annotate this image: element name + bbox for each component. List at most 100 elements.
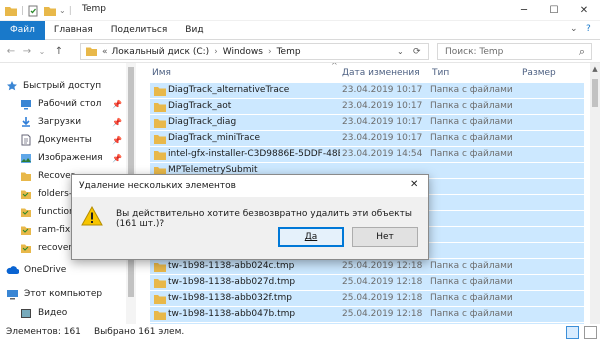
sidebar-item-downloads[interactable]: Загрузки bbox=[20, 113, 81, 131]
breadcrumb-temp[interactable]: Temp bbox=[277, 47, 301, 57]
search-placeholder: Поиск: Temp bbox=[445, 46, 504, 57]
warning-icon bbox=[81, 206, 103, 226]
large-icons-view-icon[interactable] bbox=[584, 326, 597, 339]
new-folder-icon[interactable] bbox=[43, 5, 57, 17]
dialog-message: Вы действительно хотите безвозвратно уда… bbox=[116, 209, 412, 229]
toolbar-separator: | bbox=[68, 5, 72, 16]
customize-toolbar-icon[interactable]: ⌄ bbox=[59, 6, 66, 15]
table-row[interactable]: tw-1b98-1138-abb047b.tmp 25.04.2019 12:18… bbox=[150, 306, 584, 322]
breadcrumb-windows[interactable]: Windows bbox=[223, 47, 263, 57]
yes-button[interactable]: Да bbox=[278, 227, 344, 247]
item-count: Элементов: 161 bbox=[6, 327, 81, 337]
maximize-button[interactable]: ☐ bbox=[539, 0, 569, 21]
column-name[interactable]: Имя bbox=[152, 68, 171, 78]
folder-icon bbox=[154, 279, 166, 288]
properties-icon[interactable] bbox=[27, 5, 39, 17]
sidebar-item-label: Документы bbox=[38, 135, 92, 145]
table-row[interactable]: tw-1b98-1138-abb032f.tmp 25.04.2019 12:18… bbox=[150, 290, 584, 306]
path-box[interactable]: « Локальный диск (C:) › Windows › Temp ⌄… bbox=[80, 43, 429, 60]
sidebar-item-pictures[interactable]: Изображения bbox=[20, 149, 103, 167]
status-bar: Элементов: 161 Выбрано 161 элем. bbox=[0, 324, 600, 341]
table-row[interactable]: DiagTrack_aot 23.04.2019 10:17 Папка с фай… bbox=[150, 98, 584, 114]
file-name: tw-1b98-1138-abb032f.tmp bbox=[168, 293, 292, 303]
path-chevrons[interactable]: « bbox=[102, 47, 108, 57]
column-size[interactable]: Размер bbox=[522, 68, 556, 78]
sidebar-item-ram-fix[interactable]: ram-fix bbox=[20, 221, 70, 239]
ribbon-expand-icon[interactable]: ⌄ bbox=[570, 24, 578, 34]
breadcrumb-separator[interactable]: › bbox=[214, 47, 218, 57]
back-button[interactable]: ← bbox=[4, 44, 18, 58]
recent-locations-dropdown[interactable]: ⌄ bbox=[35, 44, 49, 58]
folder-icon bbox=[21, 226, 31, 235]
file-date: 25.04.2019 12:18 bbox=[342, 277, 423, 287]
folder-icon bbox=[154, 103, 166, 112]
tab-file[interactable]: Файл bbox=[0, 21, 45, 40]
up-button[interactable]: ↑ bbox=[52, 44, 66, 58]
table-row[interactable]: DiagTrack_diag 23.04.2019 10:17 Папка с фа… bbox=[150, 114, 584, 130]
search-icon[interactable]: ⌕ bbox=[579, 45, 585, 59]
close-button[interactable]: ✕ bbox=[569, 0, 599, 21]
folder-icon bbox=[21, 190, 31, 199]
no-button[interactable]: Нет bbox=[352, 227, 418, 247]
file-name: DiagTrack_aot bbox=[168, 101, 232, 111]
tab-home[interactable]: Главная bbox=[45, 21, 102, 40]
minimize-button[interactable]: ─ bbox=[509, 0, 539, 21]
dialog-close-button[interactable]: ✕ bbox=[410, 179, 418, 190]
sidebar-item-quick-access[interactable]: Быстрый доступ bbox=[6, 77, 101, 95]
file-name: intel-gfx-installer-C3D9886E-5DDF-48BC-.… bbox=[168, 149, 340, 159]
folder-icon bbox=[154, 87, 166, 96]
yes-label: Да bbox=[304, 232, 318, 242]
file-type: Папка с файлами bbox=[430, 293, 513, 303]
sidebar-item-onedrive[interactable]: OneDrive bbox=[6, 261, 66, 279]
table-row[interactable]: DiagTrack_miniTrace 23.04.2019 10:17 Папка… bbox=[150, 130, 584, 146]
table-row[interactable]: tw-1b98-1138-abb024c.tmp 25.04.2019 12:18… bbox=[150, 258, 584, 274]
breadcrumb-separator[interactable]: › bbox=[268, 47, 272, 57]
tab-share[interactable]: Поделиться bbox=[102, 21, 177, 40]
file-type: Папка с файлами bbox=[430, 261, 513, 271]
pin-icon: 📌 bbox=[112, 154, 122, 163]
sidebar-item-label: Изображения bbox=[38, 153, 103, 163]
scroll-up-icon[interactable]: ▲ bbox=[590, 65, 600, 73]
dialog-titlebar: Удаление нескольких элементов ✕ bbox=[72, 175, 428, 197]
column-type[interactable]: Тип bbox=[432, 68, 449, 78]
file-type: Папка с файлами bbox=[430, 149, 513, 159]
sidebar-item-desktop[interactable]: Рабочий стол bbox=[20, 95, 101, 113]
folder-icon bbox=[154, 311, 166, 320]
tab-view[interactable]: Вид bbox=[176, 21, 212, 40]
address-bar: ← → ⌄ ↑ « Локальный диск (C:) › Windows … bbox=[0, 40, 600, 63]
help-icon[interactable]: ? bbox=[586, 24, 591, 34]
table-row[interactable]: DiagTrack_alternativeTrace 23.04.2019 10:… bbox=[150, 82, 584, 98]
sidebar-item-label: Recover bbox=[38, 171, 75, 181]
folder-icon bbox=[86, 47, 97, 56]
file-date: 23.04.2019 10:17 bbox=[342, 117, 423, 127]
sidebar-item-label: Этот компьютер bbox=[24, 289, 103, 299]
sidebar-item-recovery[interactable]: recovery bbox=[20, 239, 77, 257]
file-type: Папка с файлами bbox=[430, 133, 513, 143]
sidebar-item-this-pc[interactable]: Этот компьютер bbox=[6, 285, 102, 303]
search-input[interactable]: Поиск: Temp ⌕ bbox=[437, 43, 592, 60]
table-row[interactable]: intel-gfx-installer-C3D9886E-5DDF-48BC-.… bbox=[150, 146, 584, 162]
folder-icon bbox=[154, 151, 166, 160]
scrollbar-thumb[interactable] bbox=[592, 79, 598, 107]
sidebar-item-folders[interactable]: folders- bbox=[20, 185, 72, 203]
sidebar-item-documents[interactable]: Документы bbox=[20, 131, 92, 149]
column-date[interactable]: Дата изменения bbox=[342, 68, 420, 78]
forward-button[interactable]: → bbox=[20, 44, 34, 58]
refresh-icon[interactable]: ⟳ bbox=[413, 47, 421, 57]
table-row[interactable]: tw-1b98-1138-abb027d.tmp 25.04.2019 12:18… bbox=[150, 274, 584, 290]
file-name: tw-1b98-1138-abb024c.tmp bbox=[168, 261, 295, 271]
title-bar: | ⌄ | Temp ─ ☐ ✕ bbox=[0, 0, 600, 21]
sidebar-item-function[interactable]: function bbox=[20, 203, 75, 221]
file-list-scrollbar[interactable]: ▲ bbox=[590, 63, 600, 324]
column-header: ^ Имя Дата изменения Тип Размер bbox=[136, 63, 590, 82]
download-icon bbox=[22, 117, 30, 127]
window-title: Temp bbox=[82, 4, 106, 14]
sidebar-item-videos[interactable]: Видео bbox=[20, 304, 67, 322]
details-view-icon[interactable] bbox=[566, 326, 579, 339]
pin-icon: 📌 bbox=[112, 118, 122, 127]
folder-icon bbox=[154, 295, 166, 304]
path-dropdown-icon[interactable]: ⌄ bbox=[397, 47, 404, 56]
quick-access-toolbar: | ⌄ | bbox=[4, 3, 75, 18]
breadcrumb-drive[interactable]: Локальный диск (C:) bbox=[112, 47, 210, 57]
sidebar-item-recover[interactable]: Recover bbox=[20, 167, 74, 185]
